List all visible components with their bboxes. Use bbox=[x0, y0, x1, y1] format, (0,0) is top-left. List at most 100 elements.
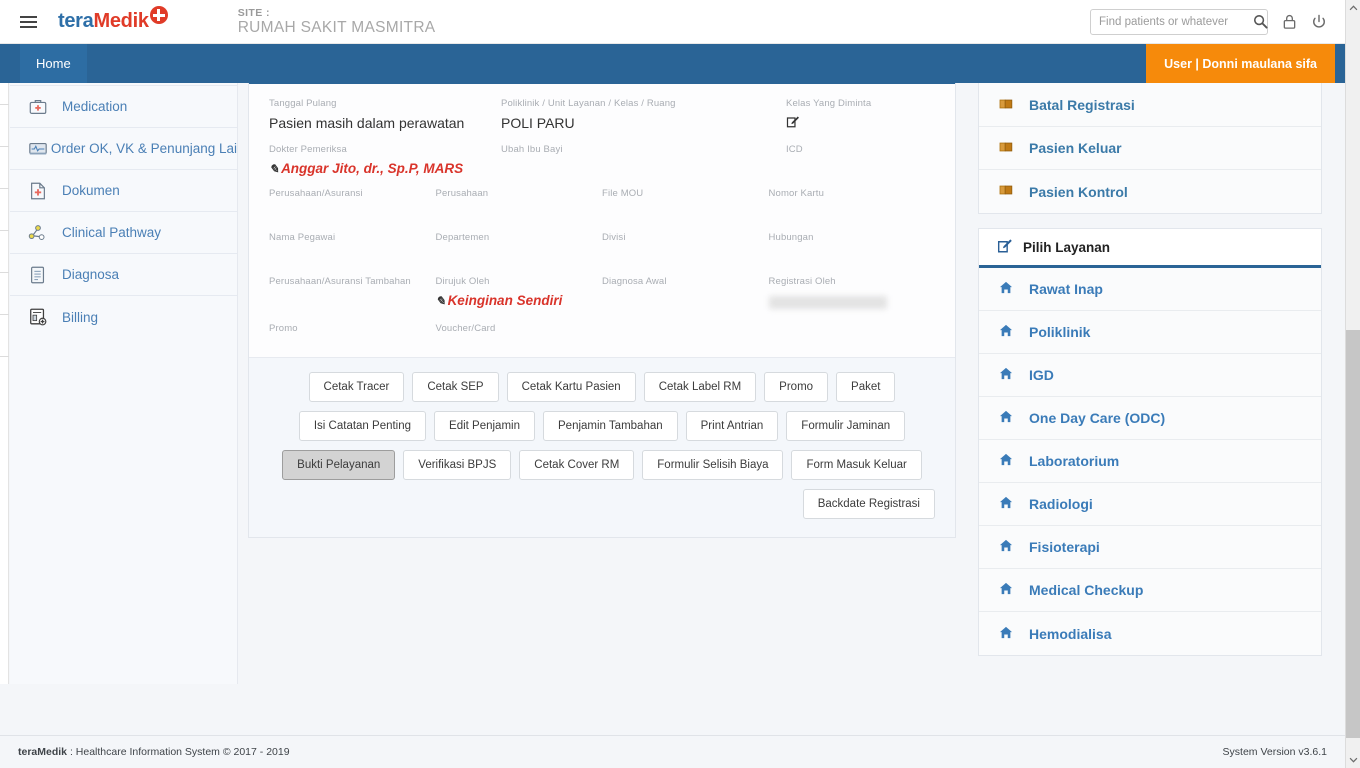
button-row-4: Backdate Registrasi bbox=[263, 489, 941, 519]
footer-copyright: teraMedik : Healthcare Information Syste… bbox=[18, 746, 290, 758]
layanan-item-one-day-care[interactable]: One Day Care (ODC) bbox=[979, 397, 1321, 440]
button-row-3: Bukti Pelayanan Verifikasi BPJS Cetak Co… bbox=[263, 450, 941, 480]
header-actions bbox=[1090, 8, 1345, 35]
home-icon bbox=[999, 281, 1013, 297]
sidebar-item-billing[interactable]: Billing bbox=[10, 296, 237, 338]
search-box[interactable] bbox=[1090, 8, 1268, 35]
sidebar-item-label: Clinical Pathway bbox=[62, 225, 162, 240]
home-icon bbox=[999, 626, 1013, 642]
home-icon bbox=[999, 582, 1013, 598]
search-input[interactable] bbox=[1099, 15, 1253, 28]
field-label: Tanggal Pulang bbox=[269, 98, 337, 109]
layanan-item-label: Laboratorium bbox=[1029, 453, 1120, 469]
formulir-jaminan-button[interactable]: Formulir Jaminan bbox=[786, 411, 906, 441]
field-value-text: Anggar Jito, dr., Sp.P, MARS bbox=[281, 160, 464, 176]
cetak-label-rm-button[interactable]: Cetak Label RM bbox=[643, 372, 757, 402]
edit-square-icon[interactable] bbox=[786, 116, 800, 132]
field-label: Hubungan bbox=[768, 231, 814, 243]
search-icon[interactable] bbox=[1253, 14, 1268, 29]
lock-icon[interactable] bbox=[1282, 14, 1297, 30]
layanan-item-fisioterapi[interactable]: Fisioterapi bbox=[979, 526, 1321, 569]
page-scrollbar[interactable] bbox=[1345, 0, 1360, 768]
brand-logo[interactable]: tera Medik bbox=[58, 6, 168, 33]
sidebar-menu: Procedure & Equipment Medication Order O… bbox=[10, 44, 238, 684]
scrollbar-thumb[interactable] bbox=[1346, 330, 1360, 738]
layanan-item-medical-checkup[interactable]: Medical Checkup bbox=[979, 569, 1321, 612]
layanan-item-rawat-inap[interactable]: Rawat Inap bbox=[979, 268, 1321, 311]
formulir-selisih-biaya-button[interactable]: Formulir Selisih Biaya bbox=[642, 450, 784, 480]
bukti-pelayanan-button[interactable]: Bukti Pelayanan bbox=[282, 450, 396, 480]
field-nomor-kartu: Nomor Kartu bbox=[769, 188, 936, 222]
button-row-1: Cetak Tracer Cetak SEP Cetak Kartu Pasie… bbox=[263, 372, 941, 402]
field-value: POLI PARU bbox=[501, 115, 575, 131]
field-icd: ICD bbox=[786, 144, 935, 178]
sidebar-item-label: Dokumen bbox=[62, 183, 120, 198]
paket-button[interactable]: Paket bbox=[836, 372, 896, 402]
promo-button[interactable]: Promo bbox=[764, 372, 829, 402]
footer-brand: teraMedik bbox=[18, 746, 68, 758]
hamburger-icon[interactable] bbox=[6, 15, 50, 28]
home-icon bbox=[999, 453, 1013, 469]
field-value-edit[interactable] bbox=[786, 115, 935, 134]
layanan-item-radiologi[interactable]: Radiologi bbox=[979, 483, 1321, 526]
sidebar-item-dokumen[interactable]: Dokumen bbox=[10, 170, 237, 212]
layanan-item-laboratorium[interactable]: Laboratorium bbox=[979, 440, 1321, 483]
field-label: Ubah Ibu Bayi bbox=[501, 143, 563, 155]
field-label: ICD bbox=[786, 143, 803, 155]
verifikasi-bpjs-button[interactable]: Verifikasi BPJS bbox=[403, 450, 512, 480]
field-voucher-card: Voucher/Card bbox=[436, 323, 603, 343]
user-menu-button[interactable]: User | Donni maulana sifa bbox=[1146, 44, 1335, 83]
field-value[interactable]: ✎ Anggar Jito, dr., Sp.P, MARS bbox=[269, 161, 501, 178]
brand-text-medik: Medik bbox=[93, 10, 149, 32]
right-item-batal-registrasi[interactable]: Batal Registrasi bbox=[979, 84, 1321, 127]
right-item-pasien-keluar[interactable]: Pasien Keluar bbox=[979, 127, 1321, 170]
print-antrian-button[interactable]: Print Antrian bbox=[685, 411, 779, 441]
nav-tab-home[interactable]: Home bbox=[20, 44, 87, 83]
field-poliklinik: Poliklinik / Unit Layanan / Kelas / Ruan… bbox=[501, 98, 786, 134]
right-item-pasien-kontrol[interactable]: Pasien Kontrol bbox=[979, 170, 1321, 213]
field-label: Promo bbox=[269, 323, 298, 334]
penjamin-tambahan-button[interactable]: Penjamin Tambahan bbox=[543, 411, 678, 441]
isi-catatan-penting-button[interactable]: Isi Catatan Penting bbox=[298, 411, 427, 441]
cetak-sep-button[interactable]: Cetak SEP bbox=[412, 372, 499, 402]
form-masuk-keluar-button[interactable]: Form Masuk Keluar bbox=[791, 450, 922, 480]
site-label: SITE : bbox=[237, 6, 270, 19]
home-icon bbox=[999, 324, 1013, 340]
panel-header: Pilih Layanan bbox=[979, 229, 1321, 268]
sidebar-item-clinical-pathway[interactable]: Clinical Pathway bbox=[10, 212, 237, 254]
book-icon bbox=[999, 98, 1013, 113]
field-registrasi-oleh: Registrasi Oleh bbox=[768, 276, 936, 314]
document-plus-icon bbox=[28, 181, 62, 201]
sidebar-item-medication[interactable]: Medication bbox=[10, 86, 237, 128]
scrollbar-track[interactable] bbox=[1346, 16, 1360, 330]
field-label: Poliklinik / Unit Layanan / Kelas / Ruan… bbox=[501, 98, 676, 109]
layanan-item-label: IGD bbox=[1029, 367, 1054, 383]
footer-version: System Version v3.6.1 bbox=[1222, 746, 1327, 758]
edit-square-icon[interactable]: ✎ bbox=[436, 294, 446, 308]
layanan-item-poliklinik[interactable]: Poliklinik bbox=[979, 311, 1321, 354]
backdate-registrasi-button[interactable]: Backdate Registrasi bbox=[802, 489, 935, 519]
layanan-item-label: Medical Checkup bbox=[1029, 582, 1144, 598]
edit-penjamin-button[interactable]: Edit Penjamin bbox=[434, 411, 535, 441]
cetak-tracer-button[interactable]: Cetak Tracer bbox=[308, 372, 405, 402]
scroll-down-arrow[interactable] bbox=[1346, 752, 1360, 768]
edit-square-icon[interactable]: ✎ bbox=[269, 162, 279, 176]
power-icon[interactable] bbox=[1311, 14, 1327, 30]
card-action-buttons: Cetak Tracer Cetak SEP Cetak Kartu Pasie… bbox=[249, 357, 955, 537]
sidebar-item-diagnosa[interactable]: Diagnosa bbox=[10, 254, 237, 296]
field-value[interactable]: ✎ Keinginan Sendiri bbox=[436, 293, 603, 310]
book-icon bbox=[999, 141, 1013, 156]
scroll-up-arrow[interactable] bbox=[1346, 0, 1360, 16]
field-label: Perusahaan/Asuransi Tambahan bbox=[269, 275, 411, 287]
notes-icon bbox=[28, 265, 62, 285]
button-row-2: Isi Catatan Penting Edit Penjamin Penjam… bbox=[263, 411, 941, 441]
cetak-kartu-pasien-button[interactable]: Cetak Kartu Pasien bbox=[506, 372, 636, 402]
sidebar-item-order-ok-vk[interactable]: Order OK, VK & Penunjang Lai bbox=[10, 128, 237, 170]
right-item-label: Pasien Keluar bbox=[1029, 140, 1122, 156]
layanan-item-hemodialisa[interactable]: Hemodialisa bbox=[979, 612, 1321, 655]
field-divisi: Divisi bbox=[602, 232, 769, 266]
sidebar-item-label: Billing bbox=[62, 309, 99, 325]
cetak-cover-rm-button[interactable]: Cetak Cover RM bbox=[519, 450, 635, 480]
layanan-item-igd[interactable]: IGD bbox=[979, 354, 1321, 397]
field-diagnosa-awal: Diagnosa Awal bbox=[602, 276, 769, 314]
